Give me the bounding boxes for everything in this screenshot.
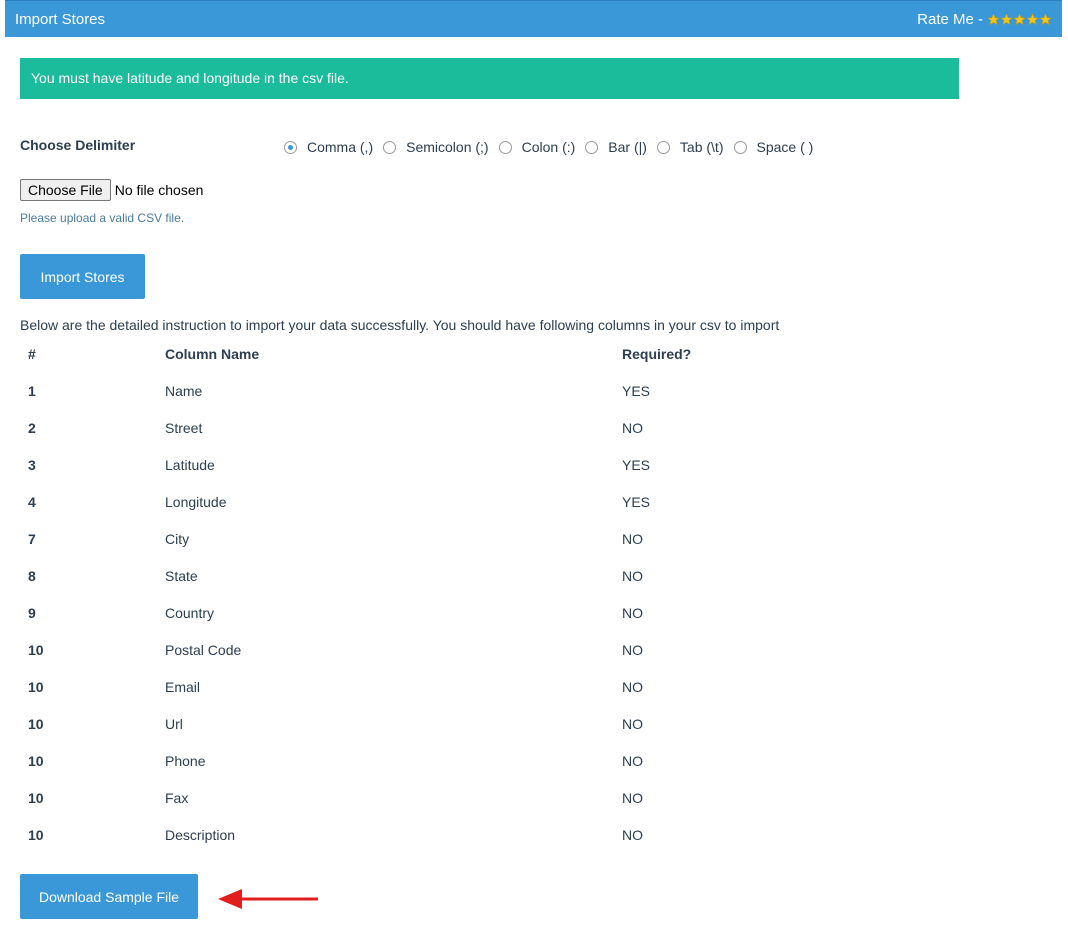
page-header: Import Stores Rate Me - bbox=[5, 0, 1062, 37]
row-number: 10 bbox=[28, 641, 44, 658]
row-number: 2 bbox=[28, 419, 36, 436]
row-required: NO bbox=[622, 641, 643, 658]
delimiter-label: Choose Delimiter bbox=[20, 137, 136, 153]
radio-button[interactable] bbox=[498, 140, 512, 154]
file-upload: Choose File No file chosen bbox=[20, 179, 203, 201]
row-number: 4 bbox=[28, 493, 36, 510]
row-number: 10 bbox=[28, 678, 44, 695]
alert-message: You must have latitude and longitude in … bbox=[31, 70, 349, 86]
row-required: NO bbox=[622, 789, 643, 806]
header-column-name: Column Name bbox=[165, 346, 260, 362]
row-required: NO bbox=[622, 752, 643, 769]
table-row: 7 City NO bbox=[20, 520, 822, 557]
upload-help-text: Please upload a valid CSV file. bbox=[20, 211, 185, 225]
row-required: YES bbox=[622, 456, 651, 473]
table-header-row: # Column Name Required? bbox=[20, 336, 822, 372]
row-column-name: Phone bbox=[165, 752, 206, 769]
delimiter-option[interactable]: Semicolon (;) bbox=[383, 139, 489, 155]
radio-button[interactable] bbox=[733, 140, 747, 154]
delimiter-option-label: Semicolon (;) bbox=[406, 139, 489, 155]
table-row: 10 Url NO bbox=[20, 705, 822, 742]
row-required: NO bbox=[622, 715, 643, 732]
delimiter-option[interactable]: Bar (|) bbox=[585, 139, 647, 155]
table-row: 2 Street NO bbox=[20, 409, 822, 446]
row-number: 10 bbox=[28, 789, 44, 806]
row-number: 9 bbox=[28, 604, 36, 621]
radio-button[interactable] bbox=[284, 140, 297, 154]
row-column-name: City bbox=[165, 530, 190, 547]
radio-button[interactable] bbox=[585, 140, 599, 154]
table-row: 10 Postal Code NO bbox=[20, 631, 822, 668]
table-row: 9 Country NO bbox=[20, 594, 822, 631]
row-column-name: Latitude bbox=[165, 456, 215, 473]
table-row: 10 Phone NO bbox=[20, 742, 822, 779]
row-number: 1 bbox=[28, 382, 36, 399]
radio-button[interactable] bbox=[656, 140, 670, 154]
radio-button[interactable] bbox=[383, 140, 397, 154]
red-arrow-icon bbox=[218, 889, 318, 909]
row-number: 10 bbox=[28, 752, 44, 769]
delimiter-option[interactable]: Space ( ) bbox=[733, 139, 814, 155]
row-column-name: Description bbox=[165, 826, 236, 843]
row-column-name: Street bbox=[165, 419, 203, 436]
delimiter-option-label: Comma (,) bbox=[307, 139, 374, 155]
delimiter-option[interactable]: Tab (\t) bbox=[656, 139, 724, 155]
row-required: NO bbox=[622, 826, 643, 843]
row-column-name: Url bbox=[165, 715, 183, 732]
row-column-name: Fax bbox=[165, 789, 189, 806]
page-title: Import Stores bbox=[15, 11, 106, 28]
rate-me-label: Rate Me - bbox=[917, 11, 983, 28]
delimiter-option-label: Space ( ) bbox=[756, 139, 814, 155]
table-row: 10 Fax NO bbox=[20, 779, 822, 816]
header-number: # bbox=[28, 346, 36, 362]
star-icon[interactable] bbox=[1039, 13, 1052, 26]
row-required: YES bbox=[622, 382, 651, 399]
row-required: NO bbox=[622, 530, 643, 547]
delimiter-option[interactable]: Comma (,) bbox=[284, 139, 373, 155]
file-status: No file chosen bbox=[114, 182, 204, 198]
row-column-name: Longitude bbox=[165, 493, 227, 510]
delimiter-option-label: Tab (\t) bbox=[679, 139, 724, 155]
row-number: 3 bbox=[28, 456, 36, 473]
table-row: 10 Email NO bbox=[20, 668, 822, 705]
row-column-name: Email bbox=[165, 678, 201, 695]
table-row: 4 Longitude YES bbox=[20, 483, 822, 520]
row-number: 8 bbox=[28, 567, 36, 584]
import-instructions: Below are the detailed instruction to im… bbox=[20, 317, 780, 333]
import-stores-button[interactable]: Import Stores bbox=[20, 254, 145, 299]
row-required: YES bbox=[622, 493, 651, 510]
star-icon[interactable] bbox=[1000, 13, 1013, 26]
columns-table: # Column Name Required? 1 Name YES 2 Street N… bbox=[20, 336, 822, 853]
info-alert: You must have latitude and longitude in … bbox=[20, 58, 959, 99]
table-row: 1 Name YES bbox=[20, 372, 822, 409]
download-sample-file-button[interactable]: Download Sample File bbox=[20, 874, 198, 919]
table-row: 8 State NO bbox=[20, 557, 822, 594]
row-column-name: Country bbox=[165, 604, 215, 621]
row-number: 10 bbox=[28, 715, 44, 732]
delimiter-option[interactable]: Colon (:) bbox=[498, 139, 576, 155]
rating-stars[interactable] bbox=[987, 13, 1052, 26]
delimiter-option-label: Bar (|) bbox=[608, 139, 647, 155]
row-number: 10 bbox=[28, 826, 44, 843]
header-required: Required? bbox=[622, 346, 692, 362]
row-required: NO bbox=[622, 567, 643, 584]
star-icon[interactable] bbox=[987, 13, 1000, 26]
table-row: 3 Latitude YES bbox=[20, 446, 822, 483]
star-icon[interactable] bbox=[1013, 13, 1026, 26]
row-required: NO bbox=[622, 604, 643, 621]
row-required: NO bbox=[622, 419, 643, 436]
row-number: 7 bbox=[28, 530, 36, 547]
row-column-name: State bbox=[165, 567, 198, 584]
delimiter-option-label: Colon (:) bbox=[521, 139, 576, 155]
row-column-name: Name bbox=[165, 382, 203, 399]
table-row: 10 Description NO bbox=[20, 816, 822, 853]
rate-me-link[interactable]: Rate Me - bbox=[917, 11, 1052, 28]
row-column-name: Postal Code bbox=[165, 641, 242, 658]
star-icon[interactable] bbox=[1026, 13, 1039, 26]
row-required: NO bbox=[622, 678, 643, 695]
choose-file-button[interactable]: Choose File bbox=[20, 179, 111, 201]
delimiter-radio-group: Comma (,) Semicolon (;) Colon (:) Bar (|) Ta… bbox=[284, 139, 823, 155]
